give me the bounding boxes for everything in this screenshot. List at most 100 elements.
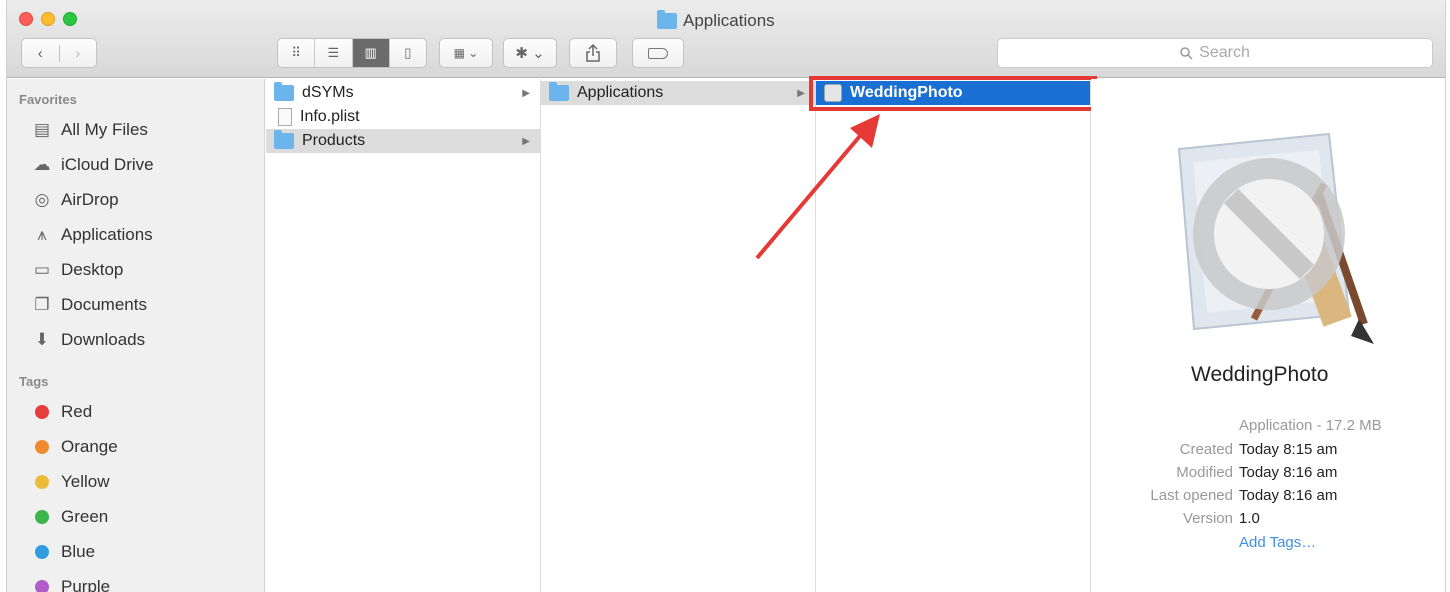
- sidebar-item-label: iCloud Drive: [61, 155, 154, 174]
- item-name: Applications: [577, 84, 664, 101]
- share-button[interactable]: [569, 38, 617, 68]
- folder-icon: [549, 82, 569, 101]
- gear-icon: ✱ ⌄: [515, 45, 545, 62]
- modified-label: Modified: [1176, 464, 1233, 481]
- finder-window: Applications ‹ › ⠿ ☰ ▥ ▯ ▦ ⌄ ✱ ⌄ Search …: [6, 0, 1446, 592]
- sidebar-item-desktop[interactable]: ▭ Desktop: [31, 257, 123, 283]
- item-name: Products: [302, 132, 366, 149]
- action-button[interactable]: ✱ ⌄: [503, 38, 557, 68]
- tag-label: Red: [61, 402, 93, 421]
- sidebar-item-label: Documents: [61, 295, 147, 314]
- cover-flow-icon[interactable]: ▯: [390, 39, 426, 67]
- edit-tags-button[interactable]: [632, 38, 684, 68]
- add-tags-link[interactable]: Add Tags…: [1239, 534, 1316, 551]
- list-item-dsyms[interactable]: dSYMs ▶: [266, 81, 540, 105]
- search-field[interactable]: Search: [997, 38, 1433, 68]
- version-value: 1.0: [1239, 510, 1260, 527]
- arrange-button[interactable]: ▦ ⌄: [439, 38, 493, 68]
- last-opened-value: Today 8:16 am: [1239, 487, 1338, 504]
- annotation-highlight-box: [809, 76, 1097, 111]
- zoom-window-button[interactable]: [63, 12, 77, 26]
- toolbar: Applications ‹ › ⠿ ☰ ▥ ▯ ▦ ⌄ ✱ ⌄ Search: [7, 0, 1445, 78]
- preview-title: WeddingPhoto: [1191, 363, 1329, 386]
- list-item-info-plist[interactable]: Info.plist: [266, 105, 540, 129]
- document-icon: [278, 108, 292, 126]
- sidebar-item-downloads[interactable]: ⬇ Downloads: [31, 327, 145, 353]
- all-files-icon: ▤: [33, 120, 51, 139]
- sidebar-item-all-my-files[interactable]: ▤ All My Files: [31, 117, 148, 143]
- last-opened-label: Last opened: [1150, 487, 1233, 504]
- green-tag-dot-icon: [35, 510, 49, 524]
- sidebar-item-label: Desktop: [61, 260, 124, 279]
- item-name: Info.plist: [300, 108, 360, 125]
- sidebar-item-airdrop[interactable]: ◎ AirDrop: [31, 187, 119, 213]
- search-placeholder: Search: [1199, 44, 1250, 61]
- tags-section-title: Tags: [19, 374, 49, 389]
- close-window-button[interactable]: [19, 12, 33, 26]
- created-label: Created: [1179, 441, 1233, 458]
- forward-button[interactable]: ›: [58, 44, 97, 62]
- orange-tag-dot-icon: [35, 440, 49, 454]
- documents-icon: ❐: [34, 295, 50, 314]
- sidebar-item-label: AirDrop: [61, 190, 119, 209]
- cloud-icon: ☁: [33, 155, 51, 174]
- folder-icon: [657, 10, 677, 29]
- minimize-window-button[interactable]: [41, 12, 55, 26]
- purple-tag-dot-icon: [35, 580, 49, 592]
- modified-value: Today 8:16 am: [1239, 464, 1338, 481]
- downloads-icon: ⬇: [34, 330, 50, 349]
- tag-label: Purple: [61, 577, 111, 592]
- view-mode-group: ⠿ ☰ ▥ ▯: [277, 38, 427, 68]
- folder-icon: [274, 82, 294, 101]
- tag-label: Orange: [61, 437, 118, 456]
- disclosure-arrow-icon: ▶: [797, 87, 805, 99]
- disclosure-arrow-icon: ▶: [522, 87, 530, 99]
- back-forward-group: ‹ ›: [21, 38, 97, 68]
- tag-label: Green: [61, 507, 109, 526]
- list-view-icon[interactable]: ☰: [315, 39, 353, 67]
- window-title-text: Applications: [683, 11, 775, 30]
- sidebar-item-documents[interactable]: ❐ Documents: [31, 292, 147, 318]
- tag-icon: [648, 47, 668, 59]
- sidebar-tag-yellow[interactable]: Yellow: [31, 469, 110, 495]
- sidebar-tag-red[interactable]: Red: [31, 399, 92, 425]
- sidebar-tag-green[interactable]: Green: [31, 504, 108, 530]
- disclosure-arrow-icon: ▶: [522, 135, 530, 147]
- window-title: Applications: [657, 10, 775, 32]
- preview-kind-size: Application - 17.2 MB: [1239, 417, 1382, 434]
- version-label: Version: [1182, 510, 1233, 527]
- sidebar-item-label: All My Files: [61, 120, 148, 139]
- tag-label: Yellow: [61, 472, 110, 491]
- annotation-arrow-icon: [755, 114, 880, 260]
- blue-tag-dot-icon: [35, 545, 49, 559]
- list-item-products[interactable]: Products ▶: [266, 129, 540, 153]
- sidebar: Favorites ▤ All My Files ☁ iCloud Drive …: [7, 79, 265, 592]
- red-tag-dot-icon: [35, 405, 49, 419]
- created-value: Today 8:15 am: [1239, 441, 1338, 458]
- item-name: dSYMs: [302, 84, 354, 101]
- tag-label: Blue: [61, 542, 96, 561]
- desktop-icon: ▭: [33, 260, 51, 279]
- column-view-icon[interactable]: ▥: [352, 39, 390, 67]
- sidebar-tag-orange[interactable]: Orange: [31, 434, 118, 460]
- app-placeholder-icon: [1177, 132, 1374, 344]
- back-button[interactable]: ‹: [22, 45, 59, 62]
- folder-icon: [274, 130, 294, 149]
- sidebar-item-icloud-drive[interactable]: ☁ iCloud Drive: [31, 152, 154, 178]
- sidebar-item-applications[interactable]: ⩚ Applications: [31, 222, 153, 248]
- preview-pane: WeddingPhoto Application - 17.2 MB Creat…: [1091, 79, 1445, 592]
- icon-view-icon[interactable]: ⠿: [278, 39, 316, 67]
- search-icon: [1180, 46, 1193, 60]
- airdrop-icon: ◎: [34, 190, 50, 209]
- yellow-tag-dot-icon: [35, 475, 49, 489]
- sidebar-tag-purple[interactable]: Purple: [31, 574, 110, 592]
- sidebar-tag-blue[interactable]: Blue: [31, 539, 95, 565]
- share-icon: [586, 43, 600, 62]
- arrange-icon: ▦ ⌄: [453, 46, 479, 60]
- sidebar-item-label: Applications: [61, 225, 153, 244]
- browser-column-1: dSYMs ▶ Info.plist Products ▶: [266, 79, 541, 592]
- sidebar-item-label: Downloads: [61, 330, 146, 349]
- list-item-applications[interactable]: Applications ▶: [541, 81, 815, 105]
- favorites-section-title: Favorites: [19, 92, 77, 107]
- applications-icon: ⩚: [37, 225, 47, 244]
